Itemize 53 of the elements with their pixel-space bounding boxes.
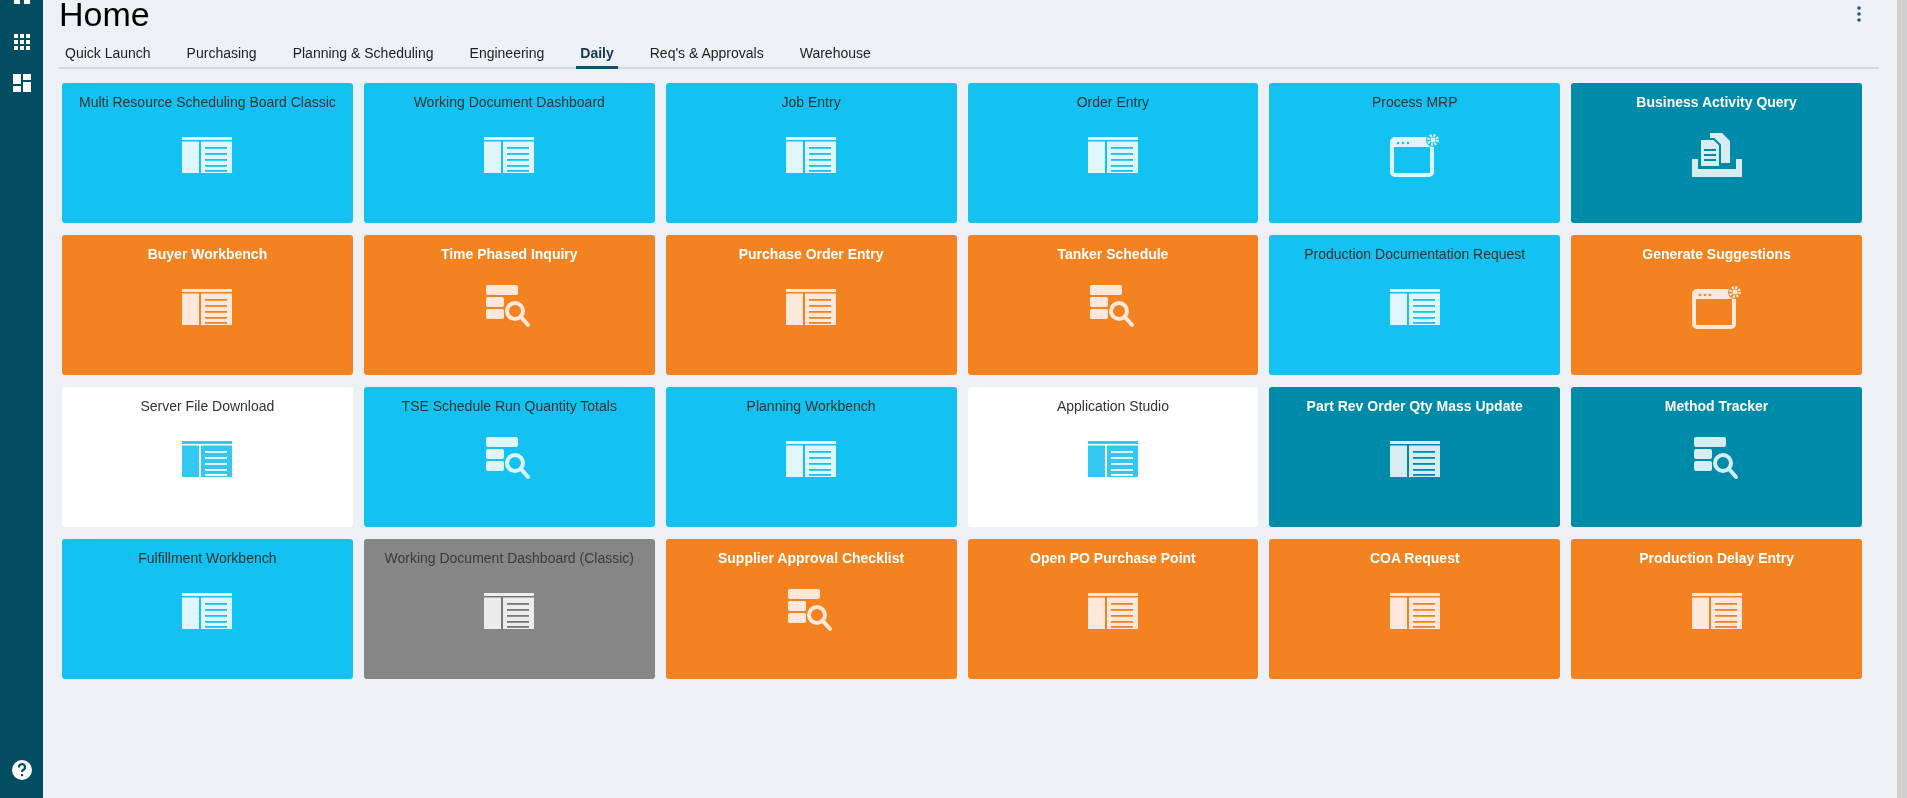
form-layout-icon — [786, 137, 837, 173]
page-title: Home — [59, 0, 150, 33]
form-layout-icon — [182, 289, 233, 325]
form-layout-icon — [786, 289, 837, 325]
database-search-icon — [1693, 437, 1740, 481]
app-tile[interactable]: Production Documentation Request — [1269, 235, 1561, 375]
app-tile[interactable]: Process MRP — [1269, 83, 1561, 223]
form-layout-icon — [1087, 593, 1138, 629]
app-tile[interactable]: Method Tracker — [1571, 387, 1862, 527]
app-tile[interactable]: Multi Resource Scheduling Board Classic — [62, 83, 353, 223]
app-tile[interactable]: Job Entry — [665, 83, 957, 223]
app-tile[interactable]: Working Document Dashboard (Classic) — [363, 539, 655, 679]
app-tile[interactable]: Part Rev Order Qty Mass Update — [1269, 387, 1561, 527]
documents-tray-icon — [1691, 133, 1742, 177]
help-icon[interactable] — [11, 760, 32, 780]
form-layout-icon — [1389, 593, 1440, 629]
apps-grid-icon[interactable] — [13, 34, 30, 50]
form-layout-icon — [1691, 593, 1742, 629]
window-gear-icon — [1691, 285, 1742, 329]
database-search-icon — [788, 589, 835, 633]
app-tile[interactable]: TSE Schedule Run Quantity Totals — [363, 387, 655, 527]
form-layout-icon — [1087, 441, 1138, 477]
window-gear-icon — [1389, 133, 1440, 177]
tab[interactable]: Planning & Scheduling — [288, 41, 438, 69]
grid-icon[interactable] — [13, 0, 30, 6]
form-layout-icon — [786, 441, 837, 477]
app-tile[interactable]: Application Studio — [967, 387, 1259, 527]
form-layout-icon — [484, 137, 535, 173]
app-tile[interactable]: Fulfillment Workbench — [62, 539, 353, 679]
app-tile[interactable]: Server File Download — [62, 387, 353, 527]
form-layout-icon — [1389, 289, 1440, 325]
form-layout-icon — [182, 441, 233, 477]
dashboard-icon[interactable] — [12, 74, 31, 92]
app-tile[interactable]: Business Activity Query — [1571, 83, 1862, 223]
database-search-icon — [486, 285, 533, 329]
database-search-icon — [1089, 285, 1136, 329]
form-layout-icon — [182, 593, 233, 629]
tab[interactable]: Warehouse — [795, 41, 875, 69]
form-layout-icon — [484, 593, 535, 629]
form-layout-icon — [1389, 441, 1440, 477]
form-layout-icon — [182, 137, 233, 173]
tab[interactable]: Quick Launch — [61, 41, 155, 69]
tab[interactable]: Req's & Approvals — [645, 41, 768, 69]
app-tile[interactable]: Order Entry — [967, 83, 1259, 223]
tab[interactable]: Purchasing — [182, 41, 261, 69]
tab[interactable]: Engineering — [465, 41, 549, 69]
app-tile[interactable]: Working Document Dashboard — [363, 83, 655, 223]
app-tile[interactable]: Planning Workbench — [665, 387, 957, 527]
more-options-icon[interactable] — [1857, 6, 1861, 22]
form-layout-icon — [1087, 137, 1138, 173]
scrollbar[interactable] — [1897, 0, 1907, 798]
database-search-icon — [486, 437, 533, 481]
tab[interactable]: Daily — [576, 41, 618, 69]
